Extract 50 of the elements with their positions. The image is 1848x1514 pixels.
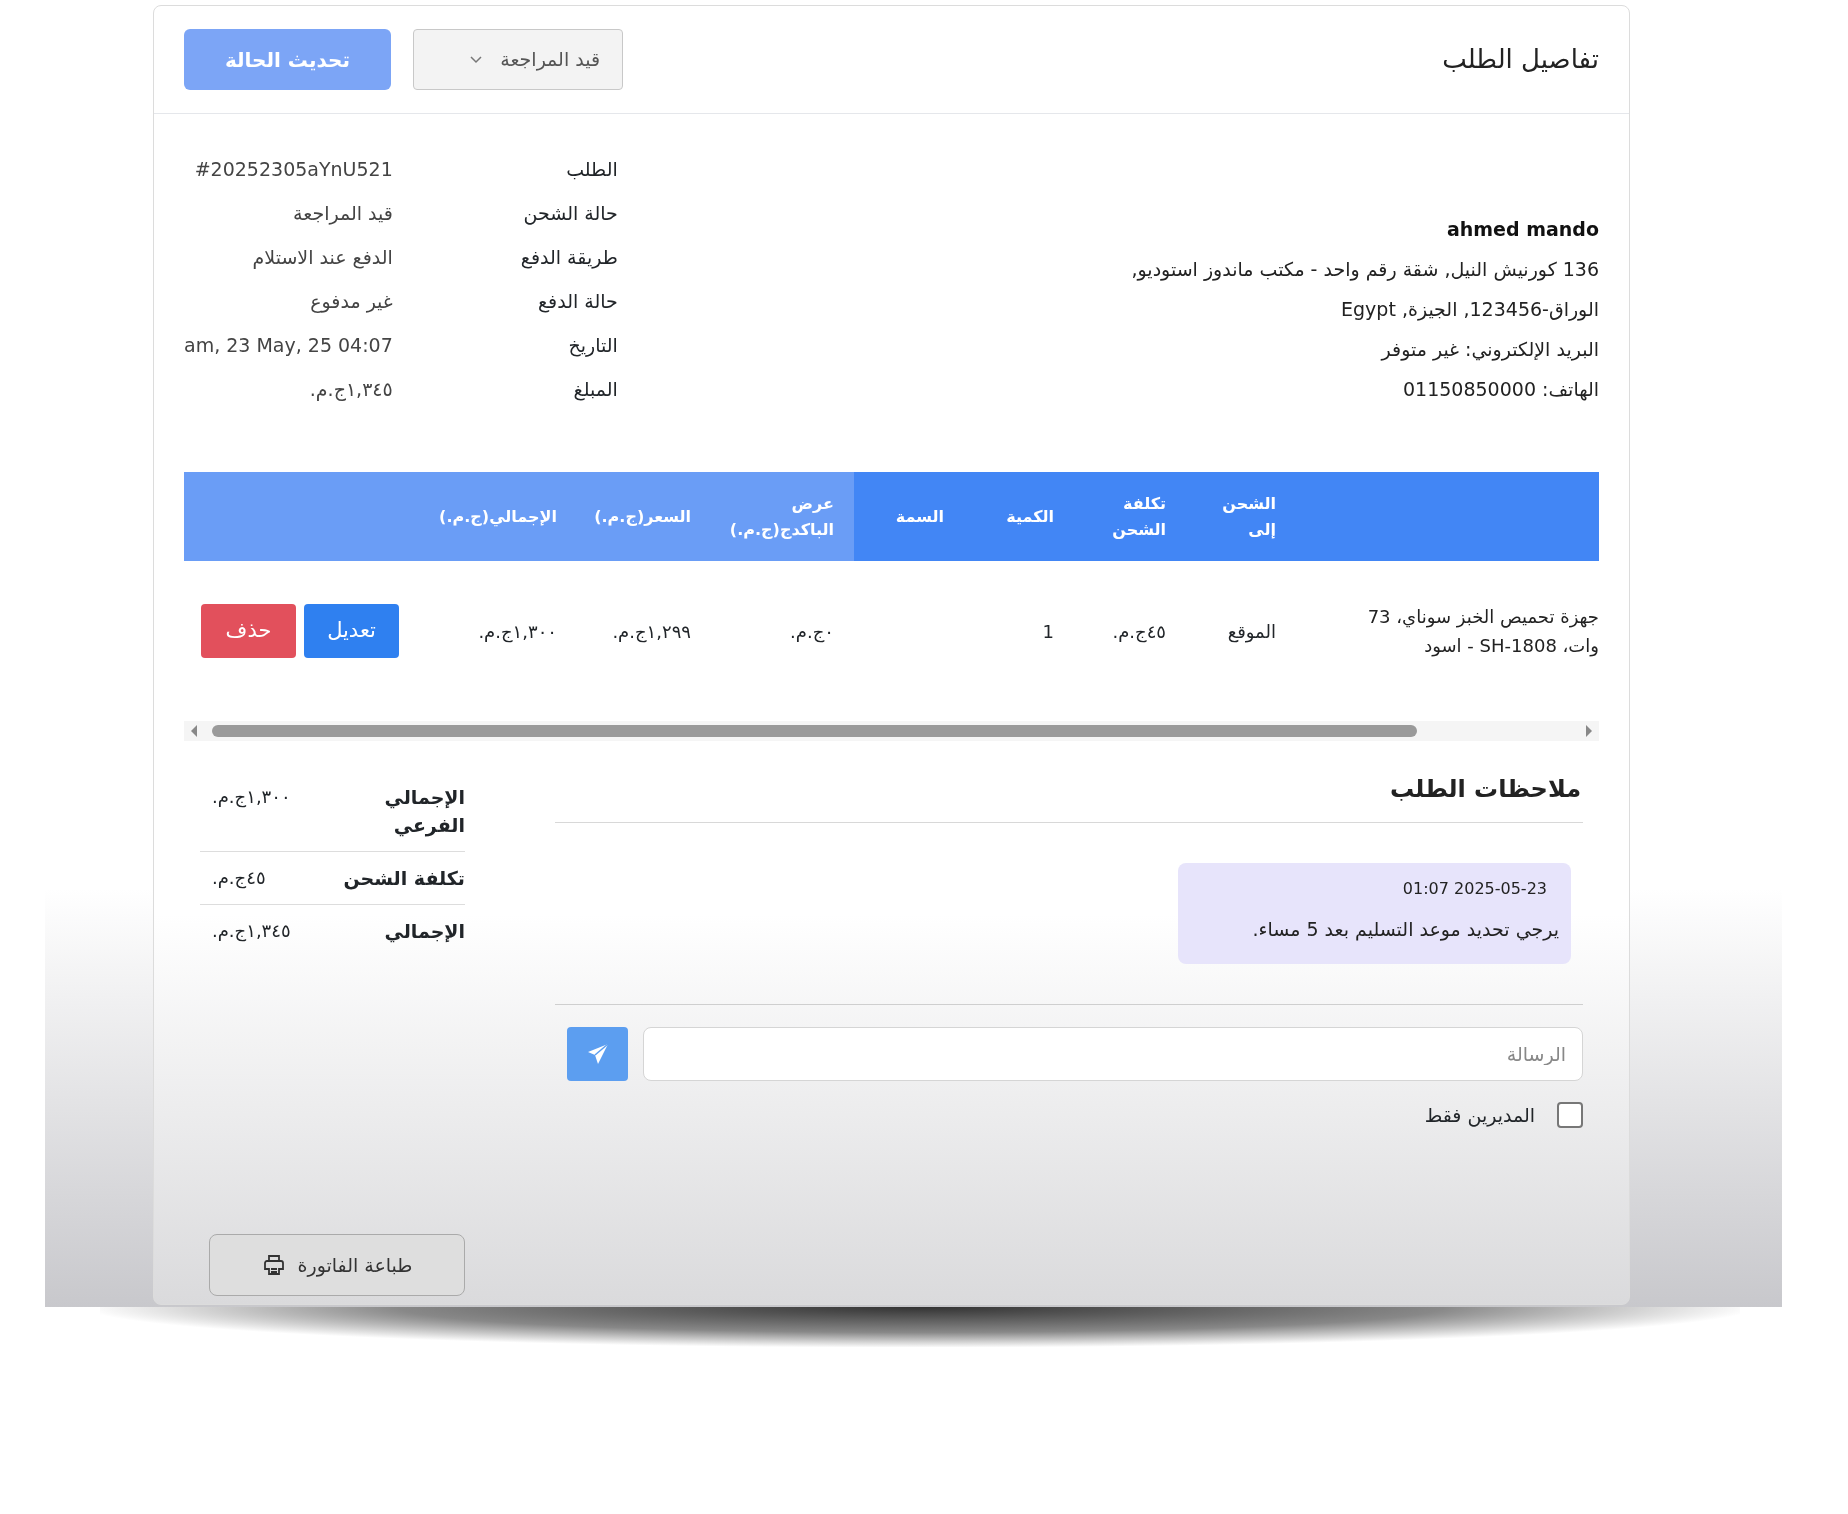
printer-icon <box>261 1253 286 1277</box>
column-header[interactable]: تكلفة الشحن <box>1112 490 1166 543</box>
table-cell: الموقع <box>1227 620 1276 642</box>
message-field[interactable]: الرسالة <box>643 1026 1583 1081</box>
column-header[interactable]: الشحن إلى <box>1222 490 1276 543</box>
summary-value: ٤٥ج.م. <box>211 866 266 891</box>
notes-title: ملاحظات الطلب <box>555 771 1583 823</box>
customer-detail: الوراق-123456, الجيزة, Egypt <box>1340 297 1599 323</box>
chevron-down-icon <box>470 55 483 64</box>
info-value: am, 23 May, 25 04:07 <box>184 333 393 358</box>
table-cell: ٤٥ج.م. <box>1112 620 1166 642</box>
column-header[interactable]: الكمية <box>1006 503 1054 530</box>
table-cell: ١,٣٠٠ج.م. <box>478 620 557 642</box>
card-title: تفاصيل الطلب <box>1442 43 1599 76</box>
info-label: الطلب <box>565 157 618 182</box>
admins-only-checkbox[interactable] <box>1557 1101 1583 1128</box>
info-label: المبلغ <box>572 377 618 403</box>
info-value: الدفع عند الاستلام <box>251 245 393 271</box>
edit-button[interactable]: تعديل <box>304 604 399 658</box>
delete-button[interactable]: حذف <box>201 604 296 658</box>
customer-detail: البريد الإلكتروني: غير متوفر <box>1379 337 1599 363</box>
customer-detail: الهاتف: 01150850000 <box>1402 377 1599 403</box>
summary-label: الإجمالي <box>384 919 465 945</box>
product-name: جهزة تحميص الخبز سوناي، 73 وات، SH-1808 - اسود <box>1367 606 1599 656</box>
table-cell: 1 <box>1042 620 1054 642</box>
info-value: #20252305aYnU521 <box>193 157 393 182</box>
info-value: غير مدفوع <box>309 289 393 315</box>
info-label: طريقة الدفع <box>519 245 618 271</box>
summary-label: الإجمالي الفرعي <box>383 785 465 839</box>
send-button[interactable] <box>567 1026 628 1081</box>
info-label: حالة الدفع <box>537 289 618 315</box>
table-cell: ١,٢٩٩ج.م. <box>612 620 691 642</box>
message-text: يرجي تحديد موعد التسليم بعد 5 مساء. <box>1251 917 1559 943</box>
status-select[interactable]: قيد المراجعة <box>413 29 623 90</box>
admins-only-label[interactable]: المديرين فقط <box>1424 1100 1535 1129</box>
customer-name: ahmed mando <box>1445 217 1599 242</box>
info-label: التاريخ <box>567 333 618 359</box>
scrollbar[interactable] <box>184 721 1599 741</box>
info-value: قيد المراجعة <box>292 201 393 227</box>
info-label: حالة الشحن <box>522 201 618 227</box>
column-header[interactable]: السمة <box>895 503 944 530</box>
summary-label: تكلفة الشحن <box>343 866 465 892</box>
message-time: 2025-05-23 01:07 <box>1401 878 1548 900</box>
print-invoice-button[interactable]: طباعة الفاتورة <box>209 1234 465 1296</box>
info-value: ١,٣٤٥ج.م. <box>308 377 393 403</box>
customer-detail: 136 كورنيش النيل, شقة رقم واحد - مكتب ماندوز استوديو, <box>1131 257 1599 283</box>
scrollbar-thumb[interactable] <box>212 725 1417 737</box>
summary-value: ١,٣٠٠ج.م. <box>211 785 291 810</box>
summary-value: ١,٣٤٥ج.م. <box>211 919 291 944</box>
table-cell: ٠ج.م. <box>790 620 834 642</box>
